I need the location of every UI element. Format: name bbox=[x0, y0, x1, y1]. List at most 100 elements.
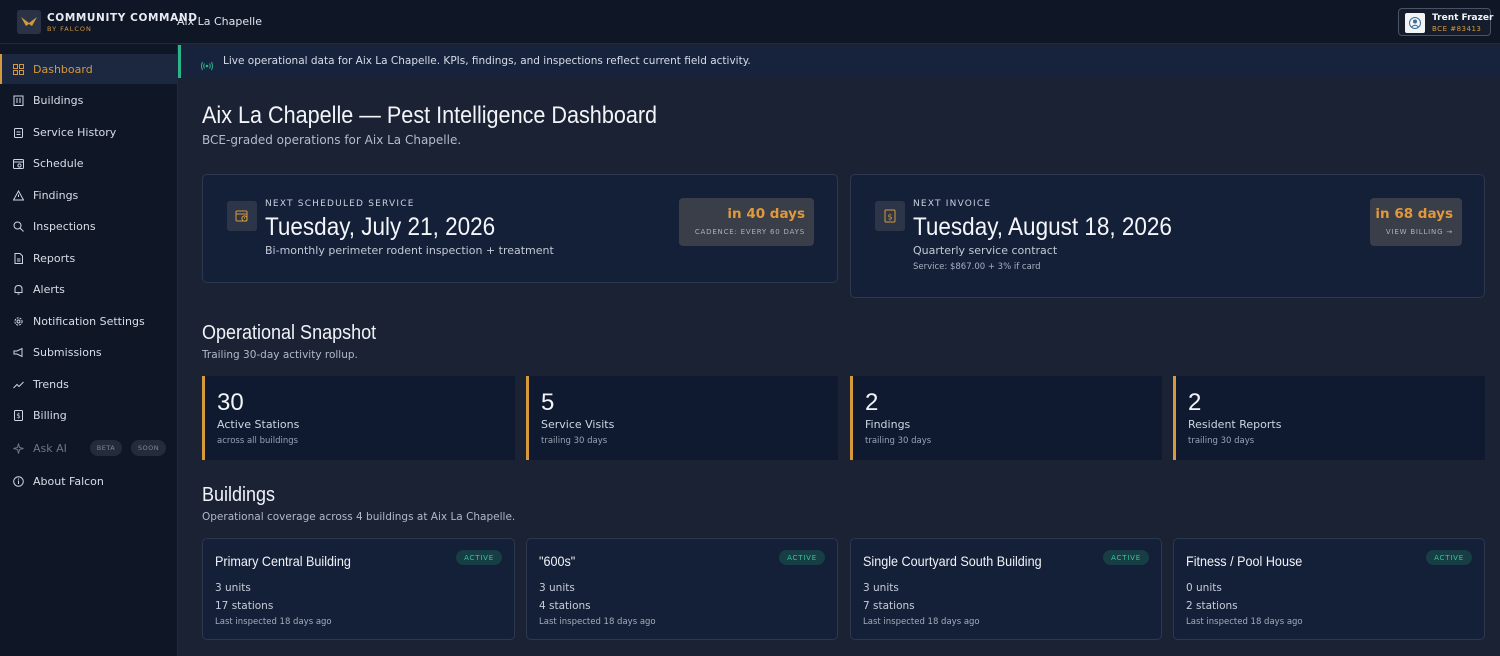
kpi-label: Findings bbox=[865, 418, 911, 431]
broadcast-icon bbox=[201, 56, 213, 75]
sidebar-item-about-falcon[interactable]: About Falcon bbox=[0, 466, 178, 496]
kpi-card: 2 Resident Reports trailing 30 days bbox=[1173, 376, 1485, 460]
sidebar-item-notification-settings[interactable]: Notification Settings bbox=[0, 306, 178, 336]
countdown-days: in 68 days bbox=[1375, 206, 1453, 222]
sidebar-item-label: Alerts bbox=[33, 282, 65, 296]
sidebar-item-label: Trends bbox=[33, 377, 69, 391]
building-card[interactable]: Fitness / Pool House ACTIVE 0 units 2 st… bbox=[1173, 538, 1485, 640]
beta-badge: BETA bbox=[90, 440, 122, 456]
kpi-label: Service Visits bbox=[541, 418, 615, 431]
sidebar-item-submissions[interactable]: Submissions bbox=[0, 337, 178, 367]
snapshot-title: Operational Snapshot bbox=[202, 322, 377, 344]
sidebar-item-inspections[interactable]: Inspections bbox=[0, 211, 178, 241]
countdown-days: in 40 days bbox=[727, 206, 805, 222]
kpi-value: 2 bbox=[865, 389, 879, 416]
svg-text:$: $ bbox=[887, 213, 892, 222]
building-stations: 2 stations bbox=[1186, 600, 1238, 612]
sidebar-item-service-history[interactable]: Service History bbox=[0, 117, 178, 147]
cadence-label: CADENCE: EVERY 60 DAYS bbox=[694, 228, 805, 236]
live-data-banner: Live operational data for Aix La Chapell… bbox=[178, 45, 1500, 78]
snapshot-subtitle: Trailing 30-day activity rollup. bbox=[202, 349, 358, 361]
kpi-label: Resident Reports bbox=[1188, 418, 1282, 431]
megaphone-icon bbox=[12, 346, 24, 358]
sidebar-item-label: Notification Settings bbox=[33, 314, 145, 328]
info-icon bbox=[12, 475, 24, 487]
next-service-date: Tuesday, July 21, 2026 bbox=[265, 213, 496, 241]
building-units: 3 units bbox=[539, 582, 575, 594]
kpi-card: 30 Active Stations across all buildings bbox=[202, 376, 515, 460]
sidebar-item-label: Inspections bbox=[33, 219, 96, 233]
next-service-description: Bi-monthly perimeter rodent inspection +… bbox=[265, 244, 554, 257]
building-stations: 17 stations bbox=[215, 600, 274, 612]
building-card[interactable]: Single Courtyard South Building ACTIVE 3… bbox=[850, 538, 1162, 640]
kpi-value: 30 bbox=[217, 389, 244, 416]
sidebar-item-trends[interactable]: Trends bbox=[0, 369, 178, 399]
next-invoice-description: Quarterly service contract bbox=[913, 244, 1058, 257]
next-service-card: NEXT SCHEDULED SERVICE Tuesday, July 21,… bbox=[202, 174, 838, 283]
sidebar-item-reports[interactable]: Reports bbox=[0, 243, 178, 273]
page-subtitle: BCE-graded operations for Aix La Chapell… bbox=[202, 133, 462, 147]
building-card[interactable]: Primary Central Building ACTIVE 3 units … bbox=[202, 538, 515, 640]
sidebar-item-label: Billing bbox=[33, 408, 67, 422]
soon-badge: SOON bbox=[131, 440, 166, 456]
buildings-subtitle: Operational coverage across 4 buildings … bbox=[202, 511, 516, 523]
calendar-icon bbox=[12, 157, 24, 169]
building-last-inspected: Last inspected 18 days ago bbox=[1186, 617, 1303, 627]
building-last-inspected: Last inspected 18 days ago bbox=[863, 617, 980, 627]
building-name: Single Courtyard South Building bbox=[863, 553, 1042, 569]
brand-title: COMMUNITY COMMAND bbox=[47, 12, 198, 24]
buildings-title: Buildings bbox=[202, 484, 276, 506]
kpi-card: 5 Service Visits trailing 30 days bbox=[526, 376, 838, 460]
warning-icon bbox=[12, 189, 24, 201]
next-invoice-date: Tuesday, August 18, 2026 bbox=[913, 213, 1172, 241]
invoice-icon: $ bbox=[875, 201, 905, 231]
sidebar-item-alerts[interactable]: Alerts bbox=[0, 274, 178, 304]
banner-text: Live operational data for Aix La Chapell… bbox=[223, 55, 751, 67]
sidebar: Dashboard Buildings Service History Sche… bbox=[0, 44, 178, 656]
sidebar-item-ask-ai: Ask AI BETA SOON bbox=[0, 433, 178, 463]
dashboard-icon bbox=[12, 63, 24, 75]
building-name: "600s" bbox=[539, 553, 576, 569]
community-name: Aix La Chapelle bbox=[177, 15, 262, 28]
kpi-subtext: across all buildings bbox=[217, 436, 299, 446]
kpi-card: 2 Findings trailing 30 days bbox=[850, 376, 1162, 460]
next-invoice-card: $ NEXT INVOICE Tuesday, August 18, 2026 … bbox=[850, 174, 1485, 298]
kpi-value: 5 bbox=[541, 389, 555, 416]
card-eyebrow: NEXT INVOICE bbox=[913, 199, 992, 209]
top-bar: COMMUNITY COMMAND BY FALCON Aix La Chape… bbox=[0, 0, 1500, 44]
gear-icon bbox=[12, 315, 24, 327]
view-billing-link[interactable]: VIEW BILLING → bbox=[1386, 228, 1453, 236]
falcon-logo-icon[interactable] bbox=[17, 10, 41, 34]
svg-text:$: $ bbox=[16, 412, 20, 420]
building-stations: 4 stations bbox=[539, 600, 591, 612]
user-menu-button[interactable]: Trent Frazer BCE #83413 bbox=[1398, 8, 1493, 36]
status-badge: ACTIVE bbox=[1103, 550, 1149, 565]
brand-subtitle: BY FALCON bbox=[47, 25, 92, 33]
kpi-subtext: trailing 30 days bbox=[865, 436, 932, 446]
building-card[interactable]: "600s" ACTIVE 3 units 4 stations Last in… bbox=[526, 538, 838, 640]
sidebar-item-label: Schedule bbox=[33, 156, 84, 170]
avatar bbox=[1405, 13, 1425, 33]
calendar-clock-icon bbox=[227, 201, 257, 231]
sidebar-item-findings[interactable]: Findings bbox=[0, 180, 178, 210]
building-last-inspected: Last inspected 18 days ago bbox=[215, 617, 332, 627]
billing-icon: $ bbox=[12, 409, 24, 421]
building-units: 3 units bbox=[215, 582, 251, 594]
sidebar-item-dashboard[interactable]: Dashboard bbox=[0, 54, 178, 84]
clipboard-icon bbox=[12, 126, 24, 138]
view-billing-button[interactable]: in 68 days VIEW BILLING → bbox=[1370, 198, 1462, 246]
kpi-value: 2 bbox=[1188, 389, 1202, 416]
page-title: Aix La Chapelle — Pest Intelligence Dash… bbox=[202, 102, 658, 129]
building-name: Primary Central Building bbox=[215, 553, 351, 569]
building-units: 0 units bbox=[1186, 582, 1222, 594]
sidebar-item-label: Findings bbox=[33, 188, 79, 202]
building-name: Fitness / Pool House bbox=[1186, 553, 1303, 569]
status-badge: ACTIVE bbox=[1426, 550, 1472, 565]
bell-icon bbox=[12, 283, 24, 295]
sidebar-item-label: Service History bbox=[33, 125, 117, 139]
sidebar-item-buildings[interactable]: Buildings bbox=[0, 85, 178, 115]
sidebar-item-label: Ask AI bbox=[33, 441, 67, 455]
sidebar-item-label: Dashboard bbox=[33, 62, 93, 76]
sidebar-item-billing[interactable]: $ Billing bbox=[0, 400, 178, 430]
sidebar-item-schedule[interactable]: Schedule bbox=[0, 148, 178, 178]
